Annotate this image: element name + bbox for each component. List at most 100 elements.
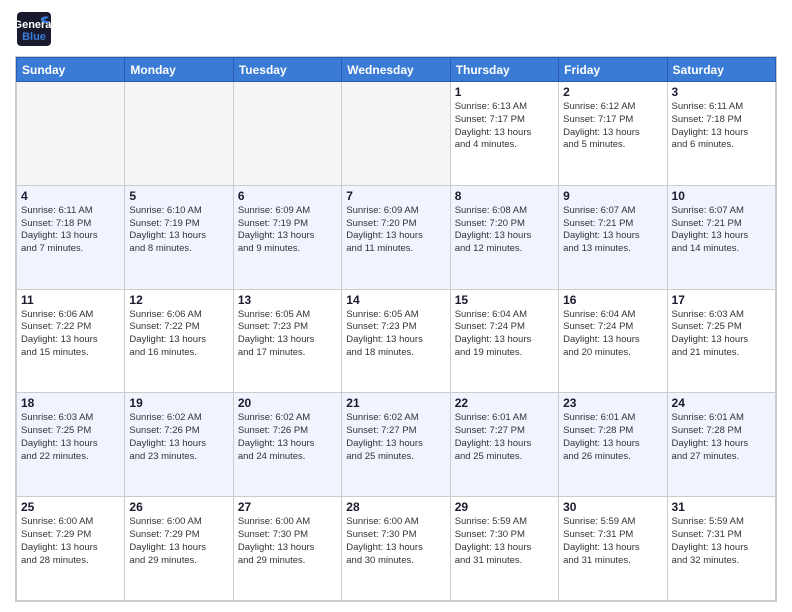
day-info: Sunrise: 6:04 AM Sunset: 7:24 PM Dayligh…	[455, 309, 554, 360]
calendar-cell: 11 Sunrise: 6:06 AM Sunset: 7:22 PM Dayli…	[17, 289, 125, 393]
day-info: Sunrise: 6:10 AM Sunset: 7:19 PM Dayligh…	[129, 205, 228, 256]
day-header-friday: Friday	[559, 58, 667, 82]
day-number: 21	[346, 396, 445, 410]
calendar-cell: 24Sunrise: 6:01 AM Sunset: 7:28 PM Dayli…	[667, 393, 775, 497]
day-number: 28	[346, 500, 445, 514]
day-number: 12	[129, 293, 228, 307]
day-info: Sunrise: 6:11 AM Sunset: 7:18 PM Dayligh…	[672, 101, 771, 152]
day-number: 4	[21, 189, 120, 203]
day-info: Sunrise: 6:00 AM Sunset: 7:29 PM Dayligh…	[129, 516, 228, 567]
day-number: 26	[129, 500, 228, 514]
calendar: SundayMondayTuesdayWednesdayThursdayFrid…	[15, 56, 777, 602]
page: General Blue SundayMondayTuesdayWednesda…	[0, 0, 792, 612]
day-number: 27	[238, 500, 337, 514]
day-info: Sunrise: 6:02 AM Sunset: 7:26 PM Dayligh…	[129, 412, 228, 463]
day-number: 5	[129, 189, 228, 203]
calendar-cell: 14 Sunrise: 6:05 AM Sunset: 7:23 PM Dayli…	[342, 289, 450, 393]
svg-text:General: General	[15, 19, 53, 31]
day-info: Sunrise: 6:07 AM Sunset: 7:21 PM Dayligh…	[672, 205, 771, 256]
calendar-cell: 31 Sunrise: 5:59 AM Sunset: 7:31 PM Dayli…	[667, 497, 775, 601]
calendar-cell: 18Sunrise: 6:03 AM Sunset: 7:25 PM Dayli…	[17, 393, 125, 497]
calendar-cell	[233, 82, 341, 186]
calendar-cell: 4 Sunrise: 6:11 AM Sunset: 7:18 PM Daylig…	[17, 185, 125, 289]
day-number: 3	[672, 85, 771, 99]
day-info: Sunrise: 5:59 AM Sunset: 7:30 PM Dayligh…	[455, 516, 554, 567]
day-number: 16	[563, 293, 662, 307]
day-info: Sunrise: 6:09 AM Sunset: 7:19 PM Dayligh…	[238, 205, 337, 256]
day-number: 2	[563, 85, 662, 99]
day-info: Sunrise: 6:00 AM Sunset: 7:30 PM Dayligh…	[346, 516, 445, 567]
svg-text:Blue: Blue	[22, 31, 46, 43]
day-info: Sunrise: 6:07 AM Sunset: 7:21 PM Dayligh…	[563, 205, 662, 256]
calendar-cell: 1 Sunrise: 6:13 AM Sunset: 7:17 PM Daylig…	[450, 82, 558, 186]
day-number: 20	[238, 396, 337, 410]
calendar-cell: 20 Sunrise: 6:02 AM Sunset: 7:26 PM Dayli…	[233, 393, 341, 497]
day-info: Sunrise: 6:00 AM Sunset: 7:29 PM Dayligh…	[21, 516, 120, 567]
day-info: Sunrise: 6:06 AM Sunset: 7:22 PM Dayligh…	[21, 309, 120, 360]
day-info: Sunrise: 6:01 AM Sunset: 7:28 PM Dayligh…	[563, 412, 662, 463]
day-number: 14	[346, 293, 445, 307]
day-number: 29	[455, 500, 554, 514]
calendar-cell: 15 Sunrise: 6:04 AM Sunset: 7:24 PM Dayli…	[450, 289, 558, 393]
day-info: Sunrise: 6:00 AM Sunset: 7:30 PM Dayligh…	[238, 516, 337, 567]
day-number: 15	[455, 293, 554, 307]
calendar-cell: 12Sunrise: 6:06 AM Sunset: 7:22 PM Dayli…	[125, 289, 233, 393]
day-number: 8	[455, 189, 554, 203]
logo: General Blue	[15, 10, 53, 48]
day-number: 19	[129, 396, 228, 410]
calendar-cell: 13 Sunrise: 6:05 AM Sunset: 7:23 PM Dayli…	[233, 289, 341, 393]
day-number: 7	[346, 189, 445, 203]
day-number: 6	[238, 189, 337, 203]
day-info: Sunrise: 6:12 AM Sunset: 7:17 PM Dayligh…	[563, 101, 662, 152]
calendar-cell: 10 Sunrise: 6:07 AM Sunset: 7:21 PM Dayli…	[667, 185, 775, 289]
day-info: Sunrise: 5:59 AM Sunset: 7:31 PM Dayligh…	[672, 516, 771, 567]
calendar-cell: 8 Sunrise: 6:08 AM Sunset: 7:20 PM Daylig…	[450, 185, 558, 289]
day-info: Sunrise: 6:11 AM Sunset: 7:18 PM Dayligh…	[21, 205, 120, 256]
header: General Blue	[15, 10, 777, 48]
day-info: Sunrise: 6:13 AM Sunset: 7:17 PM Dayligh…	[455, 101, 554, 152]
calendar-cell: 17 Sunrise: 6:03 AM Sunset: 7:25 PM Dayli…	[667, 289, 775, 393]
day-number: 9	[563, 189, 662, 203]
calendar-cell: 29 Sunrise: 5:59 AM Sunset: 7:30 PM Dayli…	[450, 497, 558, 601]
calendar-cell: 22Sunrise: 6:01 AM Sunset: 7:27 PM Dayli…	[450, 393, 558, 497]
day-info: Sunrise: 6:05 AM Sunset: 7:23 PM Dayligh…	[238, 309, 337, 360]
calendar-cell: 2 Sunrise: 6:12 AM Sunset: 7:17 PM Daylig…	[559, 82, 667, 186]
day-header-tuesday: Tuesday	[233, 58, 341, 82]
day-header-thursday: Thursday	[450, 58, 558, 82]
day-number: 25	[21, 500, 120, 514]
day-info: Sunrise: 6:09 AM Sunset: 7:20 PM Dayligh…	[346, 205, 445, 256]
calendar-cell: 5 Sunrise: 6:10 AM Sunset: 7:19 PM Daylig…	[125, 185, 233, 289]
calendar-cell: 7 Sunrise: 6:09 AM Sunset: 7:20 PM Daylig…	[342, 185, 450, 289]
calendar-cell: 21Sunrise: 6:02 AM Sunset: 7:27 PM Dayli…	[342, 393, 450, 497]
day-number: 17	[672, 293, 771, 307]
calendar-cell: 19 Sunrise: 6:02 AM Sunset: 7:26 PM Dayli…	[125, 393, 233, 497]
day-info: Sunrise: 6:08 AM Sunset: 7:20 PM Dayligh…	[455, 205, 554, 256]
day-info: Sunrise: 6:03 AM Sunset: 7:25 PM Dayligh…	[672, 309, 771, 360]
calendar-cell: 26 Sunrise: 6:00 AM Sunset: 7:29 PM Dayli…	[125, 497, 233, 601]
calendar-cell	[342, 82, 450, 186]
calendar-cell: 23Sunrise: 6:01 AM Sunset: 7:28 PM Dayli…	[559, 393, 667, 497]
day-info: Sunrise: 5:59 AM Sunset: 7:31 PM Dayligh…	[563, 516, 662, 567]
calendar-cell	[125, 82, 233, 186]
day-number: 18	[21, 396, 120, 410]
day-number: 1	[455, 85, 554, 99]
day-number: 11	[21, 293, 120, 307]
day-header-saturday: Saturday	[667, 58, 775, 82]
day-info: Sunrise: 6:02 AM Sunset: 7:26 PM Dayligh…	[238, 412, 337, 463]
calendar-cell: 30 Sunrise: 5:59 AM Sunset: 7:31 PM Dayli…	[559, 497, 667, 601]
day-number: 13	[238, 293, 337, 307]
day-number: 31	[672, 500, 771, 514]
day-info: Sunrise: 6:01 AM Sunset: 7:28 PM Dayligh…	[672, 412, 771, 463]
calendar-cell: 9 Sunrise: 6:07 AM Sunset: 7:21 PM Daylig…	[559, 185, 667, 289]
calendar-cell: 6 Sunrise: 6:09 AM Sunset: 7:19 PM Daylig…	[233, 185, 341, 289]
day-number: 10	[672, 189, 771, 203]
day-header-sunday: Sunday	[17, 58, 125, 82]
day-info: Sunrise: 6:05 AM Sunset: 7:23 PM Dayligh…	[346, 309, 445, 360]
logo-icon: General Blue	[15, 10, 53, 48]
day-info: Sunrise: 6:01 AM Sunset: 7:27 PM Dayligh…	[455, 412, 554, 463]
day-number: 30	[563, 500, 662, 514]
day-header-monday: Monday	[125, 58, 233, 82]
calendar-cell	[17, 82, 125, 186]
calendar-cell: 3 Sunrise: 6:11 AM Sunset: 7:18 PM Daylig…	[667, 82, 775, 186]
calendar-cell: 27 Sunrise: 6:00 AM Sunset: 7:30 PM Dayli…	[233, 497, 341, 601]
